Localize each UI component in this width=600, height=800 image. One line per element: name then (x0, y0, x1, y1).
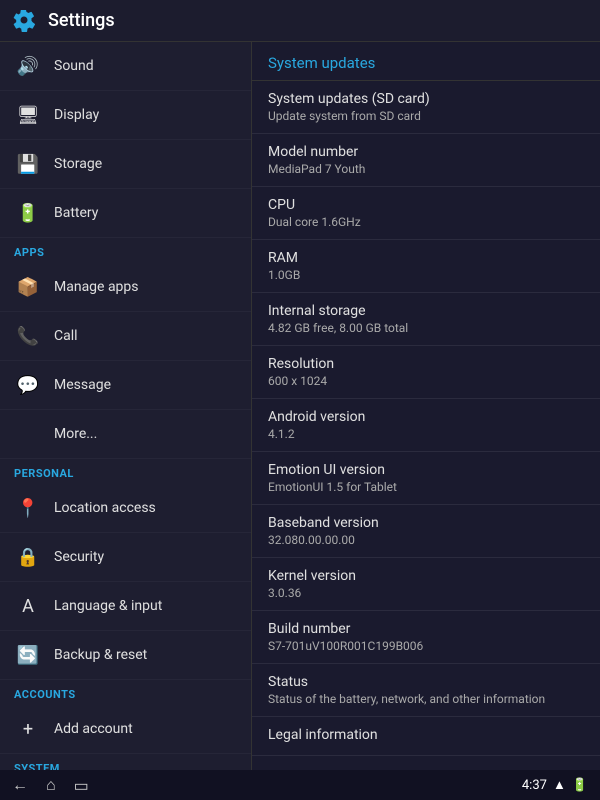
info-value-4: 4.82 GB free, 8.00 GB total (268, 321, 584, 335)
panel-header: System updates (252, 42, 600, 81)
manage-apps-label: Manage apps (54, 279, 139, 295)
info-item-6[interactable]: Android version 4.1.2 (252, 399, 600, 452)
info-item-1[interactable]: Model number MediaPad 7 Youth (252, 134, 600, 187)
storage-label: Storage (54, 156, 102, 172)
info-label-5: Resolution (268, 356, 584, 372)
info-label-2: CPU (268, 197, 584, 213)
info-item-7[interactable]: Emotion UI version EmotionUI 1.5 for Tabl… (252, 452, 600, 505)
info-label-0: System updates (SD card) (268, 91, 584, 107)
sidebar-item-add-account[interactable]: + Add account (0, 705, 251, 754)
info-item-8[interactable]: Baseband version 32.080.00.00.00 (252, 505, 600, 558)
sound-icon: 🔊 (14, 52, 42, 80)
wifi-icon: ▲ (553, 777, 566, 793)
info-value-8: 32.080.00.00.00 (268, 533, 584, 547)
location-label: Location access (54, 500, 156, 516)
manage-apps-icon: 📦 (14, 273, 42, 301)
info-label-12: Legal information (268, 727, 584, 743)
language-label: Language & input (54, 598, 162, 614)
clock: 4:37 (522, 778, 547, 793)
nav-buttons: ← ⌂ ▭ (12, 775, 89, 795)
add-account-label: Add account (54, 721, 133, 737)
backup-label: Backup & reset (54, 647, 147, 663)
info-value-5: 600 x 1024 (268, 374, 584, 388)
sidebar-item-security[interactable]: 🔒 Security (0, 533, 251, 582)
info-item-12[interactable]: Legal information (252, 717, 600, 756)
sidebar-item-call[interactable]: 📞 Call (0, 312, 251, 361)
section-label-accounts: ACCOUNTS (0, 680, 251, 705)
sidebar-item-sound[interactable]: 🔊 Sound (0, 42, 251, 91)
section-label-system: SYSTEM (0, 754, 251, 770)
info-label-6: Android version (268, 409, 584, 425)
sidebar: 🔊 Sound 🖥 Display 💾 Storage 🔋 Battery APPS 📦 Manag… (0, 42, 252, 770)
add-account-icon: + (14, 715, 42, 743)
sidebar-item-location[interactable]: 📍 Location access (0, 484, 251, 533)
info-item-3[interactable]: RAM 1.0GB (252, 240, 600, 293)
info-item-2[interactable]: CPU Dual core 1.6GHz (252, 187, 600, 240)
sidebar-item-backup[interactable]: 🔄 Backup & reset (0, 631, 251, 680)
sidebar-item-manage-apps[interactable]: 📦 Manage apps (0, 263, 251, 312)
battery-icon: 🔋 (572, 778, 588, 793)
sound-label: Sound (54, 58, 94, 74)
home-button[interactable]: ⌂ (46, 775, 56, 795)
info-value-2: Dual core 1.6GHz (268, 215, 584, 229)
battery-label: Battery (54, 205, 98, 221)
info-label-8: Baseband version (268, 515, 584, 531)
location-icon: 📍 (14, 494, 42, 522)
info-value-10: S7-701uV100R001C199B006 (268, 639, 584, 653)
status-bar: ← ⌂ ▭ 4:37 ▲ 🔋 (0, 770, 600, 800)
info-label-3: RAM (268, 250, 584, 266)
info-label-1: Model number (268, 144, 584, 160)
language-icon: A (14, 592, 42, 620)
sidebar-item-more[interactable]: More... (0, 410, 251, 459)
message-icon: 💬 (14, 371, 42, 399)
sidebar-item-message[interactable]: 💬 Message (0, 361, 251, 410)
back-button[interactable]: ← (12, 775, 28, 795)
call-icon: 📞 (14, 322, 42, 350)
storage-icon: 💾 (14, 150, 42, 178)
info-value-0: Update system from SD card (268, 109, 584, 123)
sidebar-item-battery[interactable]: 🔋 Battery (0, 189, 251, 238)
info-item-11[interactable]: Status Status of the battery, network, an… (252, 664, 600, 717)
info-label-9: Kernel version (268, 568, 584, 584)
security-label: Security (54, 549, 104, 565)
status-indicators: 4:37 ▲ 🔋 (522, 777, 588, 793)
more-label: More... (54, 426, 97, 442)
info-item-10[interactable]: Build number S7-701uV100R001C199B006 (252, 611, 600, 664)
info-label-4: Internal storage (268, 303, 584, 319)
message-label: Message (54, 377, 111, 393)
security-icon: 🔒 (14, 543, 42, 571)
info-value-1: MediaPad 7 Youth (268, 162, 584, 176)
recents-button[interactable]: ▭ (74, 776, 89, 795)
call-label: Call (54, 328, 78, 344)
main-content: 🔊 Sound 🖥 Display 💾 Storage 🔋 Battery APPS 📦 Manag… (0, 42, 600, 770)
more-icon (14, 420, 42, 448)
info-item-5[interactable]: Resolution 600 x 1024 (252, 346, 600, 399)
info-value-7: EmotionUI 1.5 for Tablet (268, 480, 584, 494)
right-panel: System updates System updates (SD card) Up… (252, 42, 600, 770)
info-item-0[interactable]: System updates (SD card) Update system fr… (252, 81, 600, 134)
sidebar-item-storage[interactable]: 💾 Storage (0, 140, 251, 189)
section-label-apps: APPS (0, 238, 251, 263)
info-value-3: 1.0GB (268, 268, 584, 282)
info-label-11: Status (268, 674, 584, 690)
sidebar-item-display[interactable]: 🖥 Display (0, 91, 251, 140)
backup-icon: 🔄 (14, 641, 42, 669)
info-value-11: Status of the battery, network, and othe… (268, 692, 584, 706)
section-label-personal: PERSONAL (0, 459, 251, 484)
top-bar: Settings (0, 0, 600, 42)
info-label-10: Build number (268, 621, 584, 637)
info-value-6: 4.1.2 (268, 427, 584, 441)
info-item-4[interactable]: Internal storage 4.82 GB free, 8.00 GB to… (252, 293, 600, 346)
info-label-7: Emotion UI version (268, 462, 584, 478)
sidebar-item-language[interactable]: A Language & input (0, 582, 251, 631)
battery-icon: 🔋 (14, 199, 42, 227)
display-label: Display (54, 107, 99, 123)
info-item-9[interactable]: Kernel version 3.0.36 (252, 558, 600, 611)
info-value-9: 3.0.36 (268, 586, 584, 600)
page-title: Settings (48, 10, 115, 31)
display-icon: 🖥 (14, 101, 42, 129)
settings-icon (12, 8, 38, 34)
